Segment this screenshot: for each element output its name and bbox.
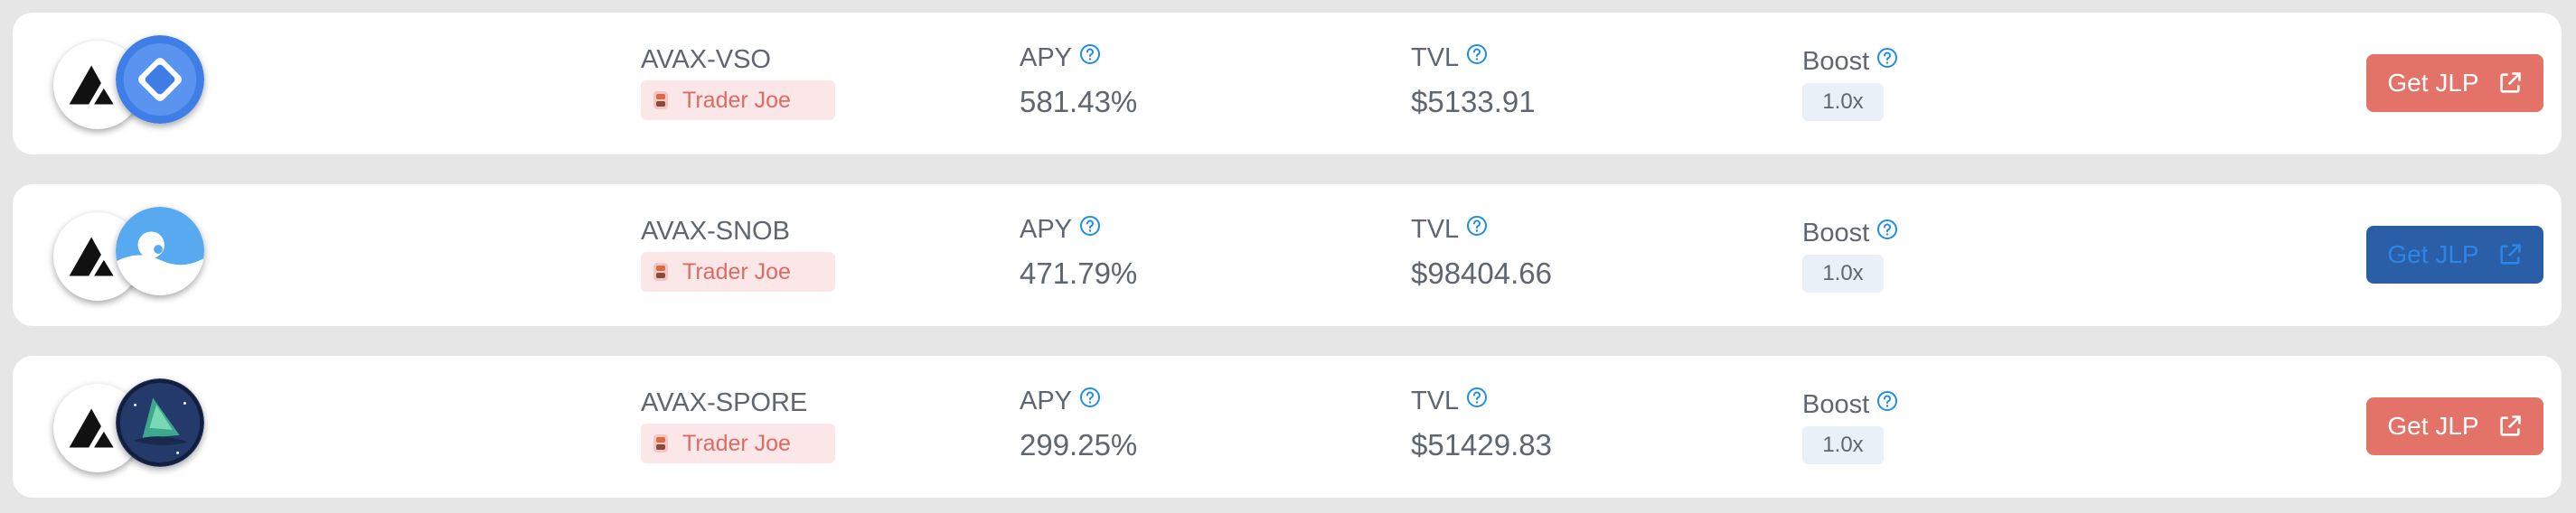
pool-pair-name: AVAX-SPORE [641,388,808,417]
token-pair-logos [40,35,212,135]
pool-row: AVAX-VSO Trader Joe APY 581.43% TVL $513… [13,13,2562,154]
dex-badge: Trader Joe [641,424,835,463]
get-jlp-button[interactable]: Get JLP [2366,54,2543,112]
token-pair-logos [40,207,212,306]
boost-badge: 1.0x [1802,83,1884,121]
external-link-icon [2499,415,2521,436]
tvl-label: TVL [1411,387,1460,415]
dex-badge: Trader Joe [641,252,835,292]
tvl-value: $98404.66 [1411,256,1552,290]
snob-logo-icon [116,207,204,295]
boost-badge: 1.0x [1802,255,1884,293]
spore-logo-icon [116,378,204,467]
help-circle-icon[interactable] [1079,387,1101,408]
tvl-value: $51429.83 [1411,428,1552,462]
help-circle-icon[interactable] [1079,43,1101,65]
tvl-label: TVL [1411,215,1460,244]
help-circle-icon[interactable] [1079,215,1101,237]
trader-joe-icon [653,434,668,452]
help-circle-icon[interactable] [1466,215,1488,237]
vso-logo-icon [116,35,204,124]
get-jlp-button[interactable]: Get JLP [2366,226,2543,284]
apy-label: APY [1020,43,1073,72]
pool-pair-name: AVAX-VSO [641,45,771,74]
pool-row: AVAX-SNOB Trader Joe APY 471.79% TVL $98… [13,184,2562,326]
token-pair-logos [40,378,212,478]
dex-label: Trader Joe [682,258,791,284]
external-link-icon [2499,244,2521,265]
get-jlp-label: Get JLP [2387,240,2479,268]
help-circle-icon[interactable] [1876,219,1898,240]
get-jlp-label: Get JLP [2387,69,2479,97]
external-link-icon [2499,72,2521,93]
get-jlp-button[interactable]: Get JLP [2366,397,2543,455]
help-circle-icon[interactable] [1876,47,1898,69]
apy-label: APY [1020,387,1073,415]
help-circle-icon[interactable] [1466,43,1488,65]
apy-value: 299.25% [1020,428,1138,462]
dex-label: Trader Joe [682,87,791,113]
apy-value: 581.43% [1020,85,1138,118]
pool-row: AVAX-SPORE Trader Joe APY 299.25% TVL $5… [13,356,2562,498]
tvl-label: TVL [1411,43,1460,72]
boost-label: Boost [1802,219,1870,247]
dex-badge: Trader Joe [641,80,835,120]
trader-joe-icon [653,91,668,109]
dex-label: Trader Joe [682,430,791,456]
apy-value: 471.79% [1020,256,1138,290]
apy-label: APY [1020,215,1073,244]
boost-badge: 1.0x [1802,426,1884,464]
get-jlp-label: Get JLP [2387,412,2479,440]
help-circle-icon[interactable] [1466,387,1488,408]
tvl-value: $5133.91 [1411,85,1536,118]
trader-joe-icon [653,263,668,281]
help-circle-icon[interactable] [1876,390,1898,412]
pool-pair-name: AVAX-SNOB [641,217,790,246]
boost-label: Boost [1802,390,1870,419]
boost-label: Boost [1802,47,1870,76]
